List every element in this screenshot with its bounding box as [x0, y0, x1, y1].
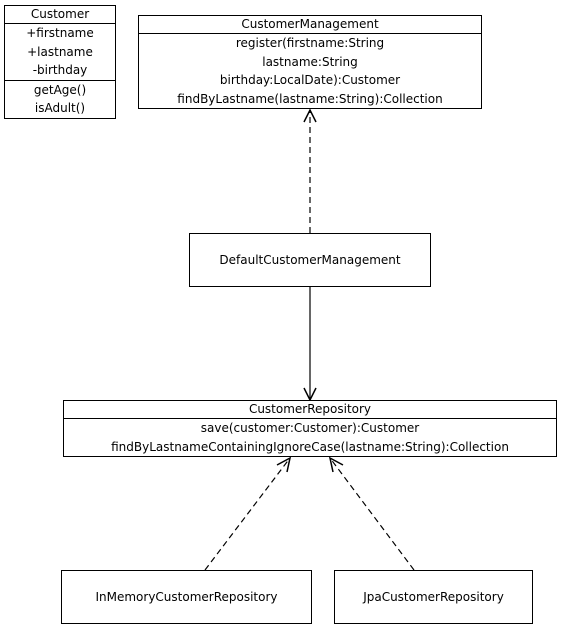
- in-memory-customer-repository-name: InMemoryCustomerRepository: [95, 590, 278, 604]
- customer-management-name: CustomerManagement: [139, 16, 481, 34]
- customer-attributes: +firstname +lastname -birthday: [5, 24, 115, 81]
- customer-methods: getAge() isAdult(): [5, 81, 115, 118]
- customer-repository-name: CustomerRepository: [64, 401, 556, 419]
- realization-jpa-to-repository: [328, 456, 415, 571]
- customer-management-method: register(firstname:String: [235, 36, 385, 50]
- customer-method: getAge(): [33, 82, 87, 97]
- customer-method: isAdult(): [34, 101, 86, 115]
- customer-repository-interface[interactable]: CustomerRepository save(customer:Custome…: [63, 400, 557, 457]
- jpa-customer-repository-class[interactable]: JpaCustomerRepository: [334, 570, 533, 624]
- jpa-customer-repository-name: JpaCustomerRepository: [363, 590, 504, 604]
- customer-repository-method: save(customer:Customer):Customer: [200, 421, 420, 435]
- customer-attribute: +lastname: [27, 44, 93, 59]
- customer-management-methods: register(firstname:String lastname:Strin…: [139, 34, 481, 108]
- realization-inmemory-to-repository: [204, 456, 292, 571]
- default-customer-management-name: DefaultCustomerManagement: [219, 253, 401, 267]
- customer-management-method: birthday:LocalDate):Customer: [219, 73, 401, 87]
- customer-class[interactable]: Customer +firstname +lastname -birthday …: [4, 5, 116, 119]
- customer-management-interface[interactable]: CustomerManagement register(firstname:St…: [138, 15, 482, 109]
- customer-attribute: -birthday: [32, 63, 88, 77]
- customer-class-name: Customer: [5, 6, 115, 24]
- customer-repository-methods: save(customer:Customer):Customer findByL…: [64, 419, 556, 456]
- customer-repository-method: findByLastnameContainingIgnoreCase(lastn…: [111, 439, 509, 454]
- customer-attribute: +firstname: [26, 26, 94, 40]
- customer-management-method: lastname:String: [262, 54, 358, 69]
- realization-default-to-management: [303, 108, 317, 233]
- default-customer-management-class[interactable]: DefaultCustomerManagement: [189, 233, 431, 287]
- customer-management-method: findByLastname(lastname:String):Collecti…: [177, 91, 443, 106]
- in-memory-customer-repository-class[interactable]: InMemoryCustomerRepository: [61, 570, 312, 624]
- association-default-to-repository: [303, 287, 317, 402]
